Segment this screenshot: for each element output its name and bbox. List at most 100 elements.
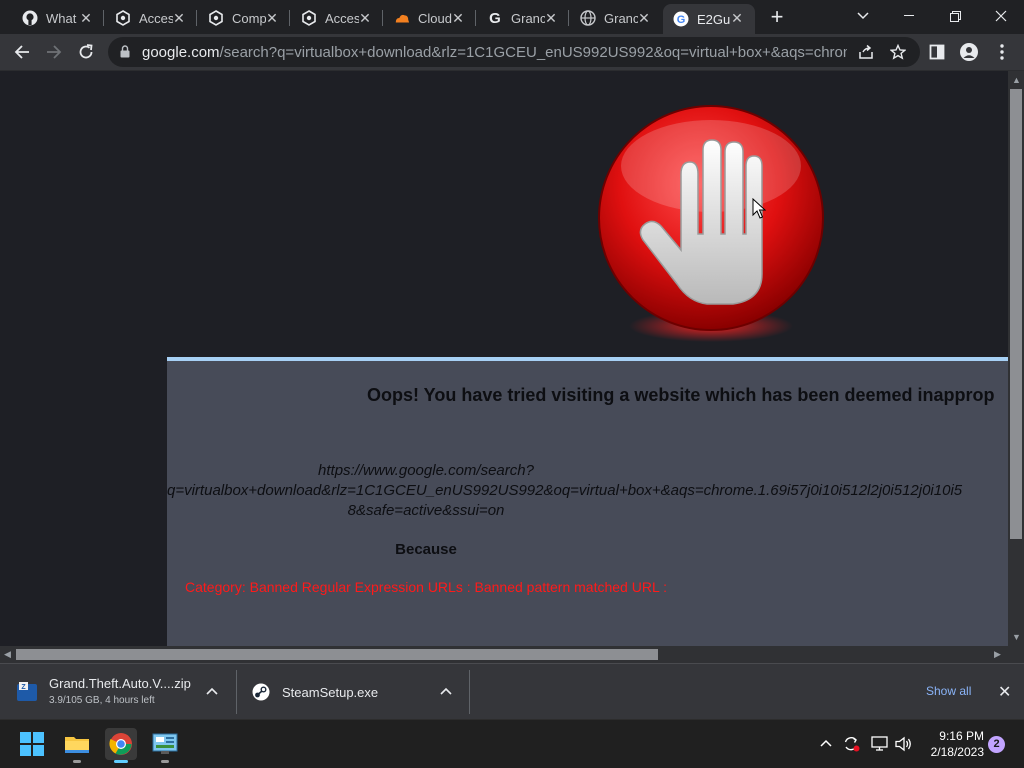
- download-item[interactable]: Z Grand.Theft.Auto.V....zip 3.9/105 GB, …: [16, 664, 226, 720]
- close-tab-icon[interactable]: ✕: [357, 10, 373, 26]
- lock-icon[interactable]: [120, 45, 130, 58]
- winzip-icon: Z: [17, 682, 37, 701]
- chevron-up-icon[interactable]: [206, 687, 218, 695]
- windows-taskbar: 9:16 PM 2/18/2023 2: [0, 719, 1024, 768]
- avatar-icon: [960, 43, 978, 61]
- download-separator: [236, 670, 237, 714]
- tab-search-button[interactable]: [840, 0, 886, 32]
- windows-logo-icon: [20, 732, 44, 756]
- because-label: Because: [395, 541, 457, 558]
- github-icon: [22, 10, 38, 26]
- close-tab-icon[interactable]: ✕: [729, 10, 745, 26]
- running-indicator: [161, 760, 169, 763]
- steam-icon: [252, 683, 270, 701]
- network-icon: [871, 736, 888, 751]
- tab-separator: [289, 10, 290, 26]
- close-window-button[interactable]: [978, 0, 1024, 32]
- reload-button[interactable]: [72, 38, 100, 66]
- restore-icon: [949, 10, 961, 22]
- new-tab-button[interactable]: +: [766, 6, 788, 28]
- menu-button[interactable]: [988, 38, 1016, 66]
- clock-date: 2/18/2023: [930, 745, 984, 759]
- tab-title: Comp: [232, 10, 266, 26]
- url-path: /search?q=virtualbox+download&rlz=1C1GCE…: [219, 44, 847, 61]
- profile-button[interactable]: [955, 38, 983, 66]
- tab-6[interactable]: G Granc ✕: [477, 4, 569, 32]
- back-button[interactable]: [8, 38, 36, 66]
- block-headline: Oops! You have tried visiting a website …: [367, 385, 995, 405]
- scroll-left-icon[interactable]: ◀: [4, 649, 11, 659]
- close-tab-icon[interactable]: ✕: [264, 10, 280, 26]
- tab-separator: [568, 10, 569, 26]
- start-button[interactable]: [16, 728, 48, 760]
- close-tab-icon[interactable]: ✕: [171, 10, 187, 26]
- close-tab-icon[interactable]: ✕: [636, 10, 652, 26]
- steam-icon: [208, 10, 224, 26]
- url-text[interactable]: google.com/search?q=virtualbox+download&…: [142, 44, 847, 61]
- close-tab-icon[interactable]: ✕: [450, 10, 466, 26]
- horizontal-scrollbar[interactable]: ◀ ▶: [0, 646, 1008, 663]
- horizontal-scroll-thumb[interactable]: [16, 649, 658, 660]
- blocked-url: https://www.google.com/search? q=virtual…: [0, 461, 971, 521]
- chevron-down-icon: [857, 12, 869, 20]
- tab-2[interactable]: Acces ✕: [105, 4, 197, 32]
- side-panel-button[interactable]: [923, 38, 951, 66]
- close-icon: [995, 10, 1007, 22]
- url-host: google.com: [142, 44, 220, 61]
- scroll-up-icon[interactable]: ▲: [1012, 75, 1021, 85]
- volume-tray-icon[interactable]: [895, 736, 913, 755]
- close-tab-icon[interactable]: ✕: [543, 10, 559, 26]
- bookmark-button[interactable]: [884, 38, 912, 66]
- tab-separator: [382, 10, 383, 26]
- sync-tray-icon[interactable]: [843, 736, 861, 755]
- svg-text:G: G: [677, 14, 686, 26]
- tab-separator: [475, 10, 476, 26]
- restore-button[interactable]: [932, 0, 978, 32]
- reload-icon: [79, 44, 93, 59]
- arrow-right-icon: [47, 45, 62, 59]
- address-bar[interactable]: google.com/search?q=virtualbox+download&…: [108, 37, 920, 67]
- download-item[interactable]: SteamSetup.exe: [252, 664, 462, 720]
- more-vert-icon: [1000, 44, 1004, 60]
- forward-button[interactable]: [40, 38, 68, 66]
- control-panel-button[interactable]: [149, 728, 181, 763]
- folder-icon: [65, 737, 89, 753]
- tab-title: Cloud: [418, 10, 452, 26]
- file-explorer-button[interactable]: [61, 728, 93, 763]
- clock[interactable]: 9:16 PM 2/18/2023: [920, 728, 984, 760]
- google-icon: G: [673, 11, 689, 27]
- close-shelf-button[interactable]: ✕: [998, 682, 1011, 702]
- download-filename: SteamSetup.exe: [282, 684, 379, 700]
- tab-separator: [103, 10, 104, 26]
- star-icon: [890, 44, 906, 60]
- download-separator: [469, 670, 470, 714]
- tab-strip: What ✕ Acces ✕ Comp ✕ Acces ✕ Cloud ✕ G …: [0, 0, 1024, 34]
- tab-title: Granc: [604, 10, 638, 26]
- vertical-scroll-thumb[interactable]: [1010, 89, 1022, 539]
- show-hidden-icons-button[interactable]: [820, 734, 832, 750]
- minimize-button[interactable]: [886, 0, 932, 32]
- vertical-scrollbar[interactable]: ▲ ▼: [1008, 71, 1024, 646]
- share-button[interactable]: [852, 38, 880, 66]
- blocked-url-line: q=virtualbox+download&rlz=1C1GCEU_enUS99…: [167, 482, 963, 499]
- chevron-up-icon: [820, 739, 832, 747]
- tab-7[interactable]: Granc ✕: [570, 4, 662, 32]
- chrome-taskbar-button[interactable]: [105, 728, 137, 763]
- control-panel-icon: [152, 733, 178, 754]
- tab-8-active[interactable]: G E2Gu ✕: [663, 4, 755, 34]
- scroll-down-icon[interactable]: ▼: [1012, 632, 1021, 642]
- close-tab-icon[interactable]: ✕: [78, 10, 94, 26]
- blocked-url-line: https://www.google.com/search?: [318, 462, 534, 479]
- scroll-right-icon[interactable]: ▶: [994, 649, 1001, 659]
- chrome-icon: [109, 733, 132, 755]
- tab-title: E2Gu: [697, 11, 731, 27]
- tab-5[interactable]: Cloud ✕: [384, 4, 476, 32]
- chevron-up-icon[interactable]: [440, 687, 452, 695]
- notification-badge[interactable]: 2: [988, 736, 1005, 753]
- tab-title: Acces: [139, 10, 173, 26]
- tab-1[interactable]: What ✕: [12, 4, 104, 32]
- tab-4[interactable]: Acces ✕: [291, 4, 383, 32]
- tab-3[interactable]: Comp ✕: [198, 4, 290, 32]
- show-all-downloads-link[interactable]: Show all: [926, 684, 971, 698]
- network-tray-icon[interactable]: [871, 736, 889, 755]
